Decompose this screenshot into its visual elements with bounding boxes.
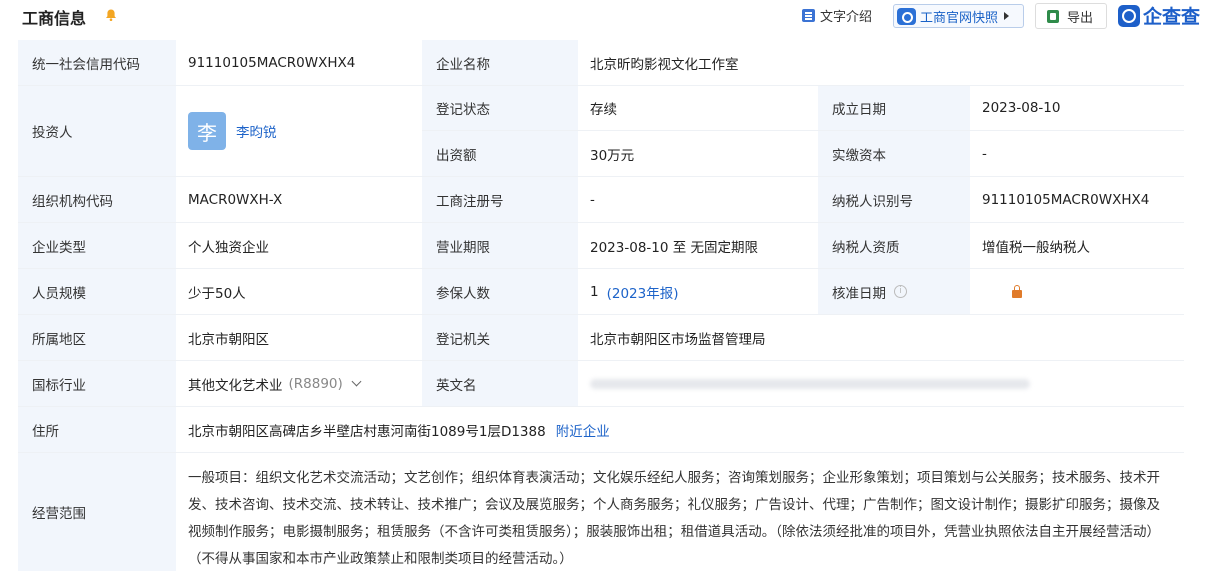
table-row: 人员规模 少于50人 参保人数 1 (2023年报) 核准日期 i (18, 269, 1184, 315)
authority-label: 登记机关 (422, 315, 578, 360)
text-intro-label: 文字介绍 (820, 10, 873, 25)
table-row: 登记状态 存续 成立日期 2023-08-10 (422, 86, 1184, 131)
bell-icon[interactable] (104, 8, 118, 22)
investor-label: 投资人 (18, 86, 176, 176)
taxpayer-id-label: 纳税人识别号 (818, 177, 970, 222)
scope-value: 一般项目：组织文化艺术交流活动；文艺创作；组织体育表演活动；文化娱乐经纪人服务；… (188, 470, 1160, 567)
term-label: 营业期限 (422, 223, 578, 268)
section-title: 工商信息 (22, 9, 87, 28)
approval-label: 核准日期 (832, 285, 886, 302)
excel-icon (1047, 9, 1059, 23)
company-type-label: 企业类型 (18, 223, 176, 268)
insured-year-link[interactable]: (2023年报) (607, 282, 679, 302)
approval-label-cell: 核准日期 i (818, 269, 970, 314)
table-row: 国标行业 其他文化艺术业 (R8890) 英文名 (18, 361, 1184, 407)
org-code-label: 组织机构代码 (18, 177, 176, 222)
region-label: 所属地区 (18, 315, 176, 360)
capital-value: 30万元 (590, 147, 635, 164)
reg-status-label: 登记状态 (422, 86, 578, 130)
english-name-label: 英文名 (422, 361, 578, 406)
brand-name: 企查查 (1143, 6, 1201, 28)
table-row: 企业类型 个人独资企业 营业期限 2023-08-10 至 无固定期限 纳税人资… (18, 223, 1184, 269)
company-name-label: 企业名称 (422, 40, 578, 85)
taxpayer-qual-label: 纳税人资质 (818, 223, 970, 268)
insured-label: 参保人数 (422, 269, 578, 314)
credit-code-label: 统一社会信用代码 (18, 40, 176, 85)
industry-value: 其他文化艺术业 (188, 377, 283, 394)
brand-logo: 企查查 (1118, 2, 1200, 29)
document-icon (802, 9, 815, 22)
reg-status-value: 存续 (590, 102, 617, 118)
snapshot-button[interactable]: 工商官网快照 (893, 4, 1024, 28)
org-code-value: MACR0WXH-X (188, 191, 283, 208)
staff-label: 人员规模 (18, 269, 176, 314)
scope-label: 经营范围 (18, 453, 176, 571)
triangle-right-icon (1004, 12, 1010, 20)
capital-label: 出资额 (422, 131, 578, 176)
industry-dropdown[interactable]: 其他文化艺术业 (R8890) (176, 361, 422, 406)
lock-icon[interactable] (1012, 284, 1022, 298)
table-row: 统一社会信用代码 91110105MACR0WXHX4 企业名称 北京昕昀影视文… (18, 40, 1184, 86)
address-value: 北京市朝阳区高碑店乡半壁店村惠河南街1089号1层D1388 (188, 423, 546, 440)
paid-capital-value: - (982, 145, 987, 162)
snapshot-label: 工商官网快照 (920, 10, 999, 26)
english-name-value (578, 361, 1184, 406)
paid-capital-label: 实缴资本 (818, 131, 970, 176)
table-row: 组织机构代码 MACR0WXH-X 工商注册号 - 纳税人识别号 9111010… (18, 177, 1184, 223)
insured-cell: 1 (2023年报) (578, 269, 818, 314)
table-row: 经营范围 一般项目：组织文化艺术交流活动；文艺创作；组织体育表演活动；文化娱乐经… (18, 453, 1184, 571)
insured-value: 1 (590, 283, 599, 300)
address-label: 住所 (18, 407, 176, 452)
founded-label: 成立日期 (818, 86, 970, 130)
investor-cell: 李 李昀锐 (176, 86, 422, 176)
authority-value: 北京市朝阳区市场监督管理局 (590, 331, 766, 348)
table-row: 投资人 李 李昀锐 登记状态 存续 成立日期 2023-08-10 出资额 30… (18, 86, 1184, 177)
export-button[interactable]: 导出 (1035, 3, 1107, 29)
taxpayer-id-value: 91110105MACR0WXHX4 (982, 191, 1150, 208)
investor-link[interactable]: 李昀锐 (236, 121, 277, 141)
brand-icon (1118, 4, 1140, 27)
camera-icon (897, 7, 916, 25)
staff-value: 少于50人 (188, 285, 246, 302)
company-type-value: 个人独资企业 (188, 239, 269, 256)
founded-value: 2023-08-10 (982, 100, 1061, 116)
industry-code: (R8890) (288, 375, 343, 392)
reg-no-value: - (590, 191, 595, 208)
credit-code-value: 91110105MACR0WXHX4 (188, 54, 356, 71)
approval-value (970, 269, 1184, 314)
text-intro-button[interactable]: 文字介绍 (802, 6, 872, 25)
region-value: 北京市朝阳区 (188, 331, 269, 348)
table-row: 住所 北京市朝阳区高碑店乡半壁店村惠河南街1089号1层D1388 附近企业 (18, 407, 1184, 453)
info-icon[interactable]: i (894, 285, 907, 298)
nearby-link[interactable]: 附近企业 (556, 420, 610, 440)
export-label: 导出 (1067, 10, 1094, 26)
chevron-down-icon (351, 376, 362, 387)
industry-label: 国标行业 (18, 361, 176, 406)
table-row: 所属地区 北京市朝阳区 登记机关 北京市朝阳区市场监督管理局 (18, 315, 1184, 361)
reg-no-label: 工商注册号 (422, 177, 578, 222)
section-header: 工商信息 文字介绍 工商官网快照 导出 企查查 (0, 0, 1220, 34)
taxpayer-qual-value: 增值税一般纳税人 (982, 239, 1090, 256)
blurred-text (590, 378, 1030, 389)
business-info-table: 统一社会信用代码 91110105MACR0WXHX4 企业名称 北京昕昀影视文… (18, 40, 1184, 571)
table-row: 出资额 30万元 实缴资本 - (422, 131, 1184, 176)
term-value: 2023-08-10 至 无固定期限 (590, 239, 759, 256)
avatar[interactable]: 李 (188, 112, 226, 150)
address-cell: 北京市朝阳区高碑店乡半壁店村惠河南街1089号1层D1388 附近企业 (176, 407, 1184, 452)
company-name-value: 北京昕昀影视文化工作室 (590, 56, 739, 73)
